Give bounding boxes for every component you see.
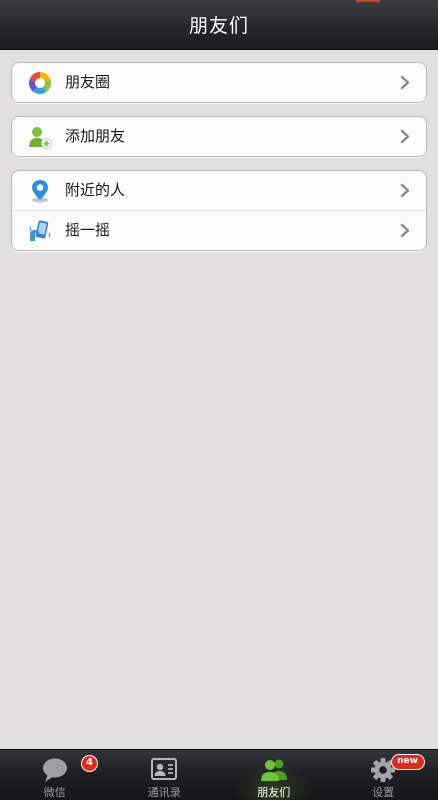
menu-group-discover: 附近的人 摇一摇 bbox=[11, 170, 427, 251]
tab-friends[interactable]: 朋友们 bbox=[219, 750, 329, 800]
moments-icon bbox=[28, 71, 52, 95]
tab-settings[interactable]: new 设置 bbox=[329, 750, 438, 800]
chat-bubble-icon bbox=[40, 756, 70, 784]
menu-group-moments: 朋友圈 bbox=[11, 62, 427, 103]
menu-item-label: 附近的人 bbox=[65, 171, 125, 210]
unread-badge: 4 bbox=[81, 755, 98, 772]
menu-item-label: 摇一摇 bbox=[65, 211, 110, 250]
page-title: 朋友们 bbox=[189, 11, 249, 38]
add-friend-icon bbox=[28, 125, 52, 149]
chevron-right-icon bbox=[398, 183, 412, 198]
tab-contacts[interactable]: 通讯录 bbox=[110, 750, 220, 800]
status-indicator bbox=[356, 0, 380, 2]
chevron-right-icon bbox=[398, 223, 412, 238]
chevron-right-icon bbox=[398, 75, 412, 90]
tab-label: 设置 bbox=[329, 784, 438, 800]
menu-item-add-friend[interactable]: 添加朋友 bbox=[12, 117, 426, 156]
new-badge: new bbox=[391, 754, 425, 770]
location-pin-icon bbox=[28, 179, 52, 203]
tab-label: 通讯录 bbox=[110, 784, 220, 800]
shake-icon bbox=[28, 219, 52, 243]
title-bar: 朋友们 bbox=[0, 0, 438, 50]
tab-chats[interactable]: 4 微信 bbox=[0, 750, 110, 800]
menu-item-moments[interactable]: 朋友圈 bbox=[12, 63, 426, 102]
menu-item-nearby-people[interactable]: 附近的人 bbox=[12, 171, 426, 210]
bottom-tab-bar: 4 微信 通讯录 朋友们 n bbox=[0, 749, 438, 800]
menu-item-label: 朋友圈 bbox=[65, 63, 110, 102]
menu-item-shake[interactable]: 摇一摇 bbox=[12, 210, 426, 250]
menu-group-add-friend: 添加朋友 bbox=[11, 116, 427, 157]
tab-label: 微信 bbox=[0, 784, 110, 800]
chevron-right-icon bbox=[398, 129, 412, 144]
contacts-card-icon bbox=[149, 756, 179, 784]
friends-icon bbox=[259, 756, 289, 784]
menu-item-label: 添加朋友 bbox=[65, 117, 125, 156]
tab-label: 朋友们 bbox=[219, 784, 329, 800]
